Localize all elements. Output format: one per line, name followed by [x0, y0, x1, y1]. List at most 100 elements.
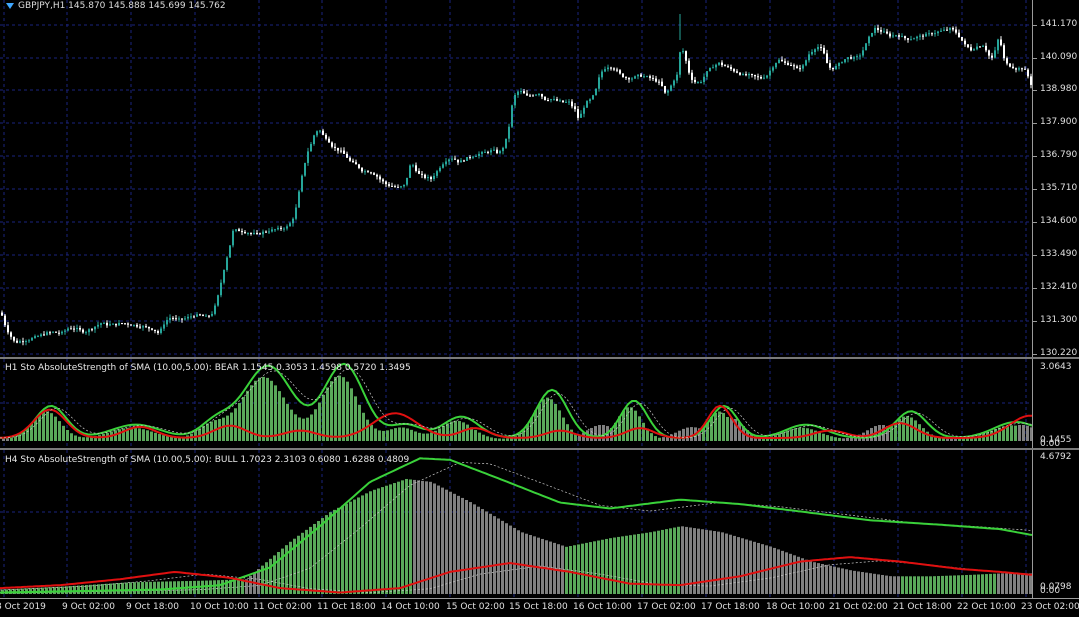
- bull-candle: [484, 151, 486, 153]
- bull-candle: [763, 77, 765, 79]
- bull-candle: [925, 33, 927, 37]
- h1-bull-bar: [142, 429, 145, 441]
- h1-bull-bar: [86, 437, 89, 441]
- symbol-header: GBPJPY,H1 145.870 145.888 145.699 145.76…: [6, 1, 226, 11]
- time-tick-label: 8 Oct 2019: [0, 602, 46, 612]
- h4-bull-bar: [361, 495, 364, 594]
- bull-candle: [997, 39, 999, 51]
- bull-candle: [472, 156, 474, 158]
- bull-candle: [808, 54, 810, 61]
- h4-indicator-canvas[interactable]: [0, 450, 1032, 598]
- h4-tick-label: 0.00: [1040, 586, 1061, 596]
- bull-candle: [403, 184, 405, 187]
- h4-bear-bar: [813, 562, 816, 594]
- symbol-dropdown-icon[interactable]: [6, 2, 14, 9]
- bull-candle: [697, 82, 699, 84]
- bull-candle: [301, 175, 303, 192]
- bull-candle: [319, 130, 321, 132]
- bull-candle: [646, 76, 648, 78]
- time-tick-label: 11 Oct 02:00: [253, 602, 312, 612]
- bear-candle: [619, 70, 621, 74]
- h1-bull-bar: [634, 410, 637, 441]
- h1-bull-bar: [262, 376, 265, 441]
- h1-bull-bar: [46, 411, 49, 441]
- h4-bull-bar: [909, 576, 912, 594]
- time-axis[interactable]: 8 Oct 2019 9 Oct 02:00 9 Oct 18:00 10 Oct 1…: [0, 598, 1079, 617]
- bear-candle: [424, 174, 426, 178]
- h1-indicator-axis[interactable]: 3.0643 0.1455 0.00: [1032, 359, 1079, 449]
- h4-bull-bar: [373, 489, 376, 594]
- h4-bear-bar: [697, 528, 700, 594]
- h1-bull-bar: [346, 381, 349, 441]
- time-tick-label: 15 Oct 02:00: [446, 602, 505, 612]
- h4-bull-bar: [369, 491, 372, 594]
- bear-candle: [529, 95, 531, 97]
- bull-candle: [601, 71, 603, 78]
- h4-bear-bar: [417, 480, 420, 594]
- bear-candle: [58, 332, 60, 334]
- h4-bull-bar: [165, 581, 168, 594]
- bull-candle: [235, 229, 237, 231]
- bear-candle: [379, 176, 381, 180]
- bear-candle: [622, 73, 624, 78]
- h1-bull-bar: [270, 380, 273, 441]
- h4-indicator-axis[interactable]: 4.6792 0.0798 0.00: [1032, 450, 1079, 598]
- bull-candle: [109, 324, 111, 326]
- bull-candle: [97, 324, 99, 327]
- time-tick-label: 21 Oct 02:00: [829, 602, 888, 612]
- h4-bull-bar: [157, 581, 160, 594]
- bear-candle: [367, 171, 369, 173]
- price-axis[interactable]: 141.170 140.090 138.980 137.900 136.790 135.7…: [1032, 0, 1079, 358]
- h4-bear-bar: [721, 532, 724, 594]
- h1-bull-bar: [310, 414, 313, 441]
- bull-candle: [19, 341, 21, 343]
- h1-bull-bar: [298, 417, 301, 441]
- h4-bull-bar: [313, 523, 316, 594]
- price-chart-canvas[interactable]: [0, 0, 1032, 357]
- bear-candle: [1021, 68, 1023, 70]
- bear-candle: [22, 341, 24, 343]
- time-tick-label: 11 Oct 18:00: [317, 602, 376, 612]
- h1-bull-bar: [14, 436, 17, 441]
- bull-candle: [700, 81, 702, 83]
- bear-candle: [571, 101, 573, 107]
- bear-candle: [547, 99, 549, 101]
- h1-bull-bar: [570, 429, 573, 441]
- h1-bull-bar: [506, 438, 509, 441]
- bear-candle: [265, 231, 267, 233]
- time-tick-label: 16 Oct 10:00: [573, 602, 632, 612]
- h1-bear-bar: [846, 437, 849, 441]
- bull-candle: [982, 45, 984, 47]
- h4-bull-bar: [117, 583, 120, 594]
- bull-candle: [910, 39, 912, 41]
- bear-candle: [4, 315, 6, 326]
- h1-indicator-pane[interactable]: H1 Sto AbsoluteStrength of SMA (10.00,5.…: [0, 359, 1032, 448]
- price-chart-pane[interactable]: GBPJPY,H1 145.870 145.888 145.699 145.76…: [0, 0, 1032, 357]
- bear-candle: [391, 185, 393, 187]
- h4-bear-bar: [713, 531, 716, 594]
- h4-bull-bar: [217, 580, 220, 594]
- bear-candle: [154, 329, 156, 332]
- h4-bear-bar: [473, 504, 476, 594]
- bull-candle: [211, 313, 213, 316]
- bear-candle: [922, 35, 924, 37]
- bull-candle: [1018, 68, 1020, 70]
- h1-bull-bar: [34, 418, 37, 441]
- bull-candle: [247, 233, 249, 235]
- bull-candle: [190, 316, 192, 318]
- h4-bear-bar: [505, 523, 508, 594]
- h1-bull-bar: [722, 412, 725, 441]
- bear-candle: [388, 184, 390, 186]
- h4-indicator-pane[interactable]: H4 Sto AbsoluteStrength of SMA (10.00,5.…: [0, 450, 1032, 598]
- bull-candle: [856, 56, 858, 58]
- h4-bear-bar: [1025, 573, 1028, 594]
- h1-bull-bar: [378, 430, 381, 441]
- bull-candle: [766, 75, 768, 78]
- bear-candle: [73, 328, 75, 330]
- h4-bull-bar: [377, 488, 380, 594]
- h1-bull-bar: [910, 417, 913, 441]
- bull-candle: [586, 101, 588, 108]
- price-tick-label: 134.600: [1040, 216, 1078, 226]
- bull-candle: [595, 88, 597, 96]
- bull-candle: [37, 336, 39, 338]
